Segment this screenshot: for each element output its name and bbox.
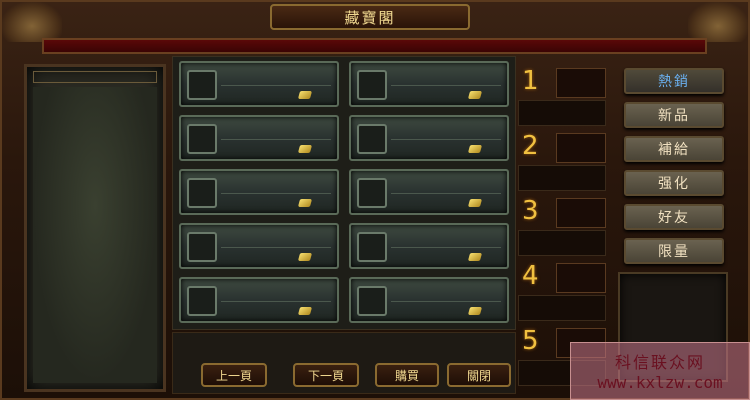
gold-ingot-icon [297, 91, 313, 99]
dragon-ornament-left [2, 2, 62, 42]
item-slot-10[interactable] [349, 277, 509, 323]
slot-divider [391, 247, 501, 248]
item-slot-8[interactable] [349, 223, 509, 269]
tab-supply[interactable]: 補給 [624, 136, 724, 162]
item-icon [187, 286, 217, 316]
shop-window: 藏寶閣 上一頁 下一頁 購買 關閉 1 2 3 4 5 熱銷 新品 補給 强化 … [0, 0, 750, 400]
rank-item-icon [556, 263, 606, 293]
rank-number: 1 [522, 66, 539, 96]
rank-item-name [518, 295, 606, 321]
header-bar [42, 38, 707, 54]
gold-ingot-icon [467, 91, 483, 99]
character-preview-panel [24, 64, 166, 392]
item-slot-1[interactable] [179, 61, 339, 107]
rank-item-name [518, 165, 606, 191]
close-button[interactable]: 關閉 [447, 363, 511, 387]
tab-limited[interactable]: 限量 [624, 238, 724, 264]
rank-item-name [518, 230, 606, 256]
slot-divider [391, 85, 501, 86]
dragon-ornament-right [688, 2, 748, 42]
next-page-button[interactable]: 下一頁 [293, 363, 359, 387]
item-icon [357, 70, 387, 100]
item-slot-7[interactable] [179, 223, 339, 269]
gold-ingot-icon [467, 307, 483, 315]
item-icon [187, 232, 217, 262]
rank-number: 2 [522, 131, 539, 161]
item-icon [357, 286, 387, 316]
item-icon [357, 178, 387, 208]
panel-header-ornament [33, 71, 157, 83]
rank-number: 4 [522, 261, 539, 291]
item-icon [187, 178, 217, 208]
gold-ingot-icon [467, 253, 483, 261]
watermark-text: 科信联众网 [614, 353, 705, 372]
gold-ingot-icon [467, 145, 483, 153]
title-plate: 藏寶閣 [270, 4, 470, 30]
slot-divider [221, 139, 331, 140]
item-grid [172, 56, 516, 330]
rank-number: 5 [522, 326, 539, 356]
action-bar: 上一頁 下一頁 購買 關閉 [172, 332, 516, 394]
rank-item-icon [556, 133, 606, 163]
gold-ingot-icon [297, 199, 313, 207]
rank-entry[interactable]: 1 [518, 66, 606, 128]
slot-divider [221, 301, 331, 302]
slot-divider [391, 301, 501, 302]
tab-enhance[interactable]: 强化 [624, 170, 724, 196]
item-slot-4[interactable] [349, 115, 509, 161]
window-title: 藏寶閣 [344, 8, 396, 27]
item-icon [357, 124, 387, 154]
watermark-url: www.kxlzw.com [597, 373, 723, 392]
prev-page-button[interactable]: 上一頁 [201, 363, 267, 387]
rank-item-icon [556, 68, 606, 98]
item-slot-6[interactable] [349, 169, 509, 215]
watermark: 科信联众网 www.kxlzw.com [570, 342, 750, 400]
item-icon [187, 70, 217, 100]
rank-item-name [518, 100, 606, 126]
slot-divider [221, 85, 331, 86]
rank-number: 3 [522, 196, 539, 226]
slot-divider [391, 193, 501, 194]
tab-hot[interactable]: 熱銷 [624, 68, 724, 94]
rank-entry[interactable]: 2 [518, 131, 606, 193]
tab-new[interactable]: 新品 [624, 102, 724, 128]
slot-divider [221, 247, 331, 248]
buy-button[interactable]: 購買 [375, 363, 439, 387]
character-preview [33, 87, 157, 383]
gold-ingot-icon [297, 307, 313, 315]
item-slot-3[interactable] [179, 115, 339, 161]
item-slot-9[interactable] [179, 277, 339, 323]
gold-ingot-icon [297, 145, 313, 153]
rank-entry[interactable]: 3 [518, 196, 606, 258]
item-slot-5[interactable] [179, 169, 339, 215]
item-icon [187, 124, 217, 154]
tab-friend[interactable]: 好友 [624, 204, 724, 230]
slot-divider [221, 193, 331, 194]
gold-ingot-icon [467, 199, 483, 207]
rank-item-icon [556, 198, 606, 228]
item-icon [357, 232, 387, 262]
rank-entry[interactable]: 4 [518, 261, 606, 323]
slot-divider [391, 139, 501, 140]
gold-ingot-icon [297, 253, 313, 261]
item-slot-2[interactable] [349, 61, 509, 107]
